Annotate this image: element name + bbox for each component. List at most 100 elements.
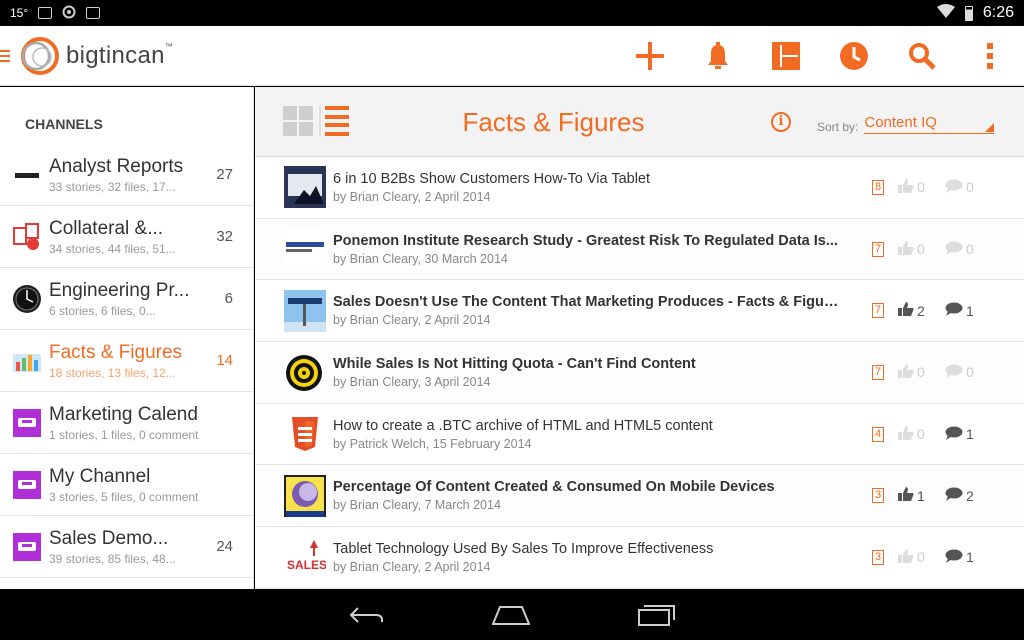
- content-iq-badge: 7: [872, 303, 884, 319]
- story-row[interactable]: 6 in 10 B2Bs Show Customers How-To Via T…: [255, 157, 1024, 219]
- recent-apps-icon[interactable]: [638, 604, 676, 626]
- thumbs-up-icon: [898, 302, 914, 319]
- channel-title: Marketing Calendar: [49, 403, 199, 425]
- facts-thumb: [12, 346, 42, 376]
- comments-count: 1: [966, 426, 974, 443]
- content-iq-badge: 7: [872, 364, 884, 380]
- signpost-thumb: [284, 289, 326, 332]
- likes[interactable]: 0: [898, 548, 940, 566]
- channel-item[interactable]: My Channel 3 stories, 5 files, 0 comments: [0, 454, 253, 516]
- story-title: While Sales Is Not Hitting Quota - Can't…: [333, 355, 696, 372]
- sync-icon: [62, 5, 76, 22]
- story-row[interactable]: While Sales Is Not Hitting Quota - Can't…: [255, 342, 1024, 404]
- overflow-menu-button[interactable]: [956, 26, 1024, 86]
- story-row[interactable]: Sales Doesn't Use The Content That Marke…: [255, 280, 1024, 343]
- likes[interactable]: 2: [898, 302, 940, 319]
- tablet-thumb: [284, 166, 326, 209]
- likes[interactable]: 0: [898, 425, 940, 443]
- comment-bubble-icon: [945, 302, 963, 319]
- content-iq-badge: 4: [872, 426, 884, 442]
- content-iq-badge: 3: [872, 488, 884, 504]
- tray-icon: [12, 532, 42, 562]
- recent-button[interactable]: [820, 26, 888, 86]
- likes[interactable]: 0: [898, 178, 940, 196]
- story-title: Ponemon Institute Research Study - Great…: [333, 232, 838, 249]
- comments-count: 0: [966, 179, 974, 196]
- layout-button[interactable]: [752, 26, 820, 86]
- channel-item[interactable]: Sales Demo... 39 stories, 85 files, 48...…: [0, 516, 253, 578]
- add-button[interactable]: [616, 26, 684, 86]
- navigation-bar: [0, 589, 1024, 640]
- channel-item[interactable]: Analyst Reports 33 stories, 32 files, 17.…: [0, 144, 253, 206]
- channel-item[interactable]: Marketing Calendar 1 stories, 1 files, 0 …: [0, 392, 253, 454]
- brand-name: bigtincan™: [66, 41, 174, 69]
- channel-title: Sales Demo...: [49, 527, 169, 549]
- search-button[interactable]: [888, 26, 956, 86]
- status-bar: 15° 6:26: [0, 0, 1024, 26]
- thumbs-up-icon: [898, 178, 914, 196]
- channel-summary: 6 stories, 6 files, 0...: [49, 303, 156, 318]
- comments-count: 1: [966, 302, 974, 319]
- channel-count: 27: [216, 166, 233, 183]
- likes[interactable]: 1: [898, 487, 940, 504]
- story-title: Tablet Technology Used By Sales To Impro…: [333, 540, 714, 557]
- sort-control: Sort by: Content IQ: [817, 114, 995, 134]
- comments[interactable]: 1: [945, 426, 974, 443]
- drawer-menu-icon[interactable]: [0, 49, 12, 62]
- story-row[interactable]: SALES Tablet Technology Used By Sales To …: [255, 527, 1024, 589]
- story-byline: by Brian Cleary, 2 April 2014: [333, 313, 491, 328]
- comments[interactable]: 1: [945, 549, 974, 566]
- story-title: 6 in 10 B2Bs Show Customers How-To Via T…: [333, 170, 651, 187]
- story-row[interactable]: Ponemon Institute Research Study - Great…: [255, 218, 1024, 281]
- channel-item[interactable]: Collateral &... 34 stories, 44 files, 51.…: [0, 206, 253, 268]
- likes-count: 2: [917, 302, 925, 319]
- thumbs-up-icon: [898, 487, 914, 504]
- clock-thumb: [12, 284, 42, 314]
- bigtincan-logo-icon: [14, 32, 62, 80]
- likes[interactable]: 0: [898, 363, 940, 381]
- sort-dropdown[interactable]: Content IQ: [864, 114, 995, 134]
- channel-summary: 3 stories, 5 files, 0 comments: [49, 489, 199, 504]
- info-icon[interactable]: i: [771, 112, 791, 132]
- comment-bubble-icon: [945, 364, 963, 381]
- thumbs-up-icon: [898, 425, 914, 443]
- tray-icon: [12, 408, 42, 438]
- channel-item[interactable]: Engineering Pr... 6 stories, 6 files, 0..…: [0, 268, 253, 330]
- wifi-icon: [936, 3, 955, 23]
- sales-arrow-thumb: SALES: [284, 536, 326, 579]
- channel-title: Facts & Figures: [49, 341, 183, 363]
- analyst-thumb: [12, 160, 42, 190]
- likes[interactable]: 0: [898, 240, 940, 258]
- likes-count: 0: [917, 241, 925, 258]
- comment-bubble-icon: [945, 426, 963, 443]
- comments[interactable]: 0: [945, 364, 974, 381]
- thumbs-up-icon: [898, 548, 914, 566]
- target-thumb: [284, 351, 326, 394]
- story-row[interactable]: Percentage Of Content Created & Consumed…: [255, 465, 1024, 528]
- html5-logo-thumb: [284, 413, 326, 456]
- comments-count: 2: [966, 487, 974, 504]
- channel-summary: 39 stories, 85 files, 48...: [49, 551, 176, 566]
- comments-count: 0: [966, 364, 974, 381]
- app-logo[interactable]: bigtincan™: [14, 32, 173, 80]
- story-byline: by Brian Cleary, 2 April 2014: [333, 189, 491, 204]
- channel-item[interactable]: Facts & Figures 18 stories, 13 files, 12.…: [0, 330, 253, 392]
- svg-text:SALES: SALES: [287, 558, 326, 572]
- comments[interactable]: 1: [945, 302, 974, 319]
- comments[interactable]: 0: [945, 179, 974, 196]
- content-iq-badge: 7: [872, 241, 884, 257]
- tray-icon: [12, 470, 42, 500]
- channel-count: 6: [224, 290, 233, 307]
- calendar-icon: [86, 7, 101, 19]
- channel-count: 24: [216, 538, 233, 555]
- comments[interactable]: 2: [945, 487, 974, 504]
- bell-icon: [708, 41, 728, 69]
- comments[interactable]: 0: [945, 241, 974, 258]
- notifications-button[interactable]: [684, 26, 752, 86]
- home-icon[interactable]: [492, 605, 530, 625]
- back-icon[interactable]: [348, 605, 384, 625]
- layout-icon: [772, 41, 800, 70]
- clock-icon: [840, 41, 868, 70]
- channel-header: Facts & Figures i Sort by: Content IQ: [255, 87, 1024, 157]
- story-row[interactable]: How to create a .BTC archive of HTML and…: [255, 403, 1024, 466]
